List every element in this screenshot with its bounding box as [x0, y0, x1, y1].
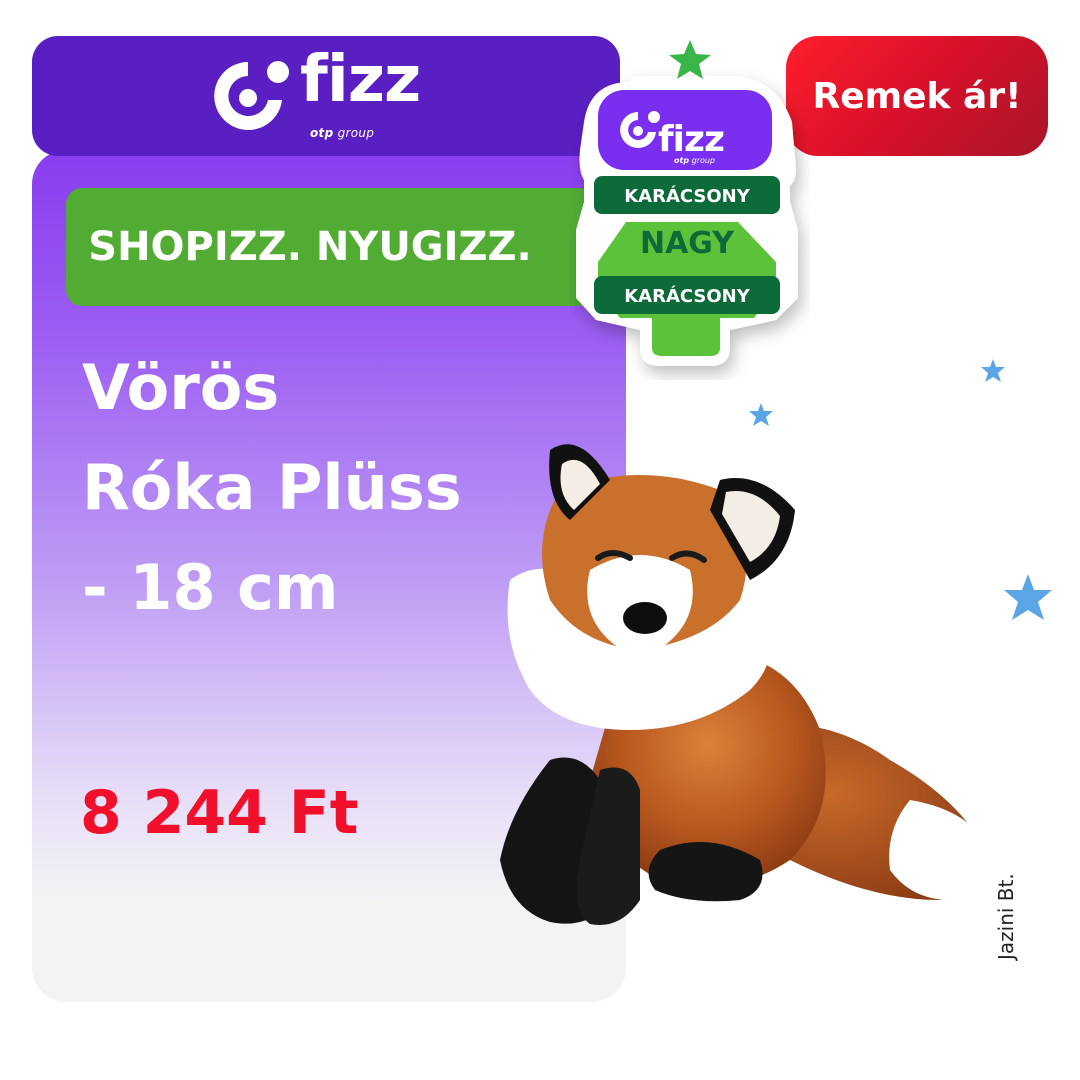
star-icon — [1004, 574, 1052, 620]
product-title: Vörös Róka Plüss - 18 cm — [82, 338, 522, 638]
deal-badge-label: Remek ár! — [812, 75, 1022, 117]
logo-sub-text: group — [333, 126, 375, 140]
sticker-logo-subline: otp group — [674, 156, 715, 165]
sticker-logo-sub-strong: otp — [674, 156, 690, 165]
fizz-logo-icon — [214, 61, 289, 130]
title-line: Róka Plüss — [82, 451, 462, 524]
sticker-line-3: KARÁCSONY — [624, 286, 750, 307]
deal-badge: Remek ár! — [786, 36, 1048, 156]
logo-sub-strong: otp — [310, 126, 334, 140]
star-icon — [981, 359, 1005, 382]
title-line: Vörös — [82, 351, 280, 424]
star-icon — [749, 403, 773, 426]
product-price: 8 244 Ft — [80, 778, 359, 848]
slogan-text: SHOPIZZ. NYUGIZZ. — [88, 224, 532, 270]
sticker-logo-sub-text: group — [689, 156, 715, 165]
logo-subline: otp group — [310, 126, 374, 140]
christmas-sticker: fizz otp group KARÁCSONY NAGY KARÁCSONY — [570, 30, 810, 380]
sticker-logo-wordmark: fizz — [658, 119, 725, 160]
fizz-logo: fizz otp group — [208, 48, 448, 146]
sticker-line-1: KARÁCSONY — [624, 186, 750, 207]
slogan-banner: SHOPIZZ. NYUGIZZ. — [66, 188, 594, 306]
image-credit: Jazini Bt. — [994, 873, 1018, 960]
logo-wordmark: fizz — [300, 43, 421, 117]
title-line: - 18 cm — [82, 551, 339, 624]
sticker-line-2: NAGY — [639, 226, 734, 261]
fox-plush-image — [500, 444, 990, 925]
